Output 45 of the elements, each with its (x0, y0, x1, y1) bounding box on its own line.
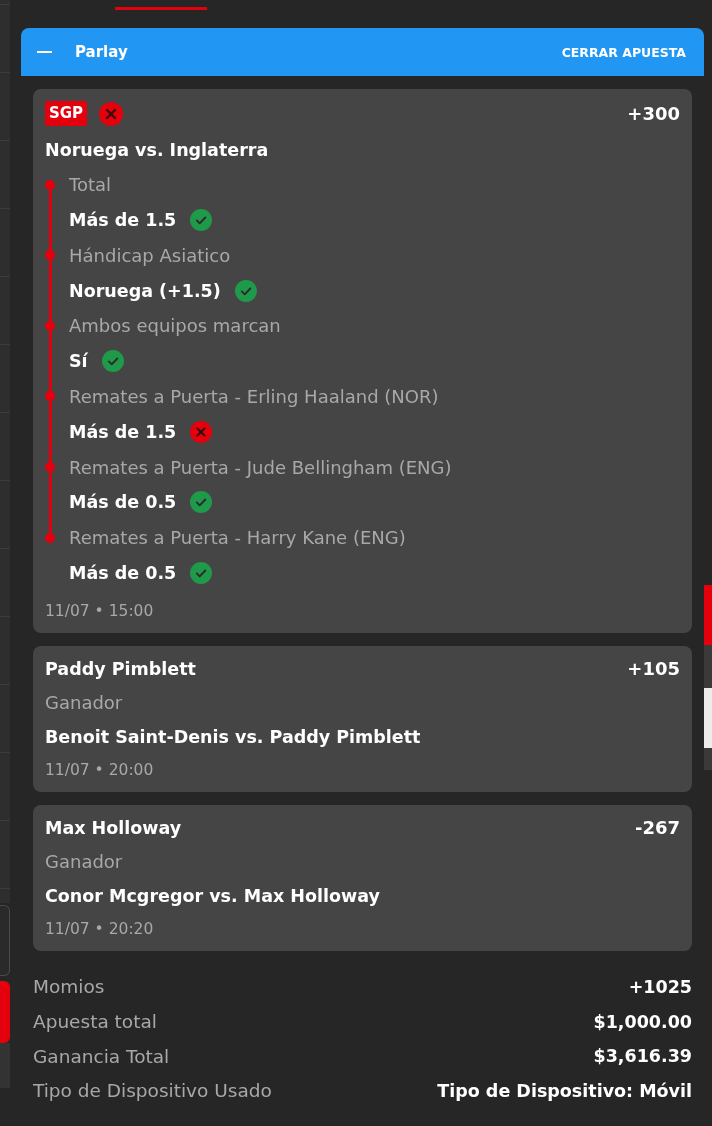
slip-title: Parlay (75, 43, 128, 61)
summary-label: Momios (33, 976, 105, 998)
summary-value: +1025 (628, 976, 692, 997)
event-date: 11/07 • 15:00 (45, 600, 154, 621)
event-date: 11/07 • 20:20 (45, 918, 154, 940)
market-label: Hándicap Asiatico (69, 244, 231, 266)
market-label: Ganador (45, 690, 123, 715)
summary-label: Apuesta total (33, 1011, 157, 1033)
summary-label: Ganancia Total (33, 1045, 170, 1067)
odds-value: +300 (627, 103, 680, 124)
timeline-dot (45, 391, 55, 402)
event-title: Conor Mcgregor vs. Max Holloway (45, 884, 380, 908)
selection-label: Noruega (+1.5) (69, 280, 221, 301)
side-tab-edge (704, 585, 712, 645)
market-label: Remates a Puerta - Erling Haaland (NOR) (69, 385, 439, 407)
timeline-dot (45, 179, 55, 190)
market-label: Remates a Puerta - Jude Bellingham (ENG) (69, 456, 452, 478)
timeline-dot (45, 320, 55, 331)
event-date: 11/07 • 20:00 (45, 759, 154, 781)
event-title: Benoit Saint-Denis vs. Paddy Pimblett (45, 725, 421, 749)
market-label: Ambos equipos marcan (69, 315, 281, 337)
selection-label: Más de 0.5 (69, 562, 177, 583)
selection-label: Más de 0.5 (69, 492, 177, 513)
side-panel-edge (0, 1043, 10, 1088)
odds-value: +105 (627, 658, 680, 680)
market-label: Total (69, 174, 112, 196)
selection-label: Paddy Pimblett (45, 658, 196, 679)
close-bet-button[interactable]: CERRAR APUESTA (561, 44, 686, 60)
selection-label: Max Holloway (45, 817, 182, 838)
side-tab-edge (0, 981, 10, 1043)
sgp-badge: SGP (45, 101, 88, 126)
market-label: Ganador (45, 849, 123, 874)
summary-value: $3,616.39 (593, 1046, 692, 1067)
selection-label: Más de 1.5 (69, 209, 177, 230)
summary-value: $1,000.00 (593, 1011, 692, 1032)
selection-label: Más de 1.5 (69, 421, 177, 442)
timeline-dot (45, 532, 55, 543)
summary-label: Tipo de Dispositivo Usado (33, 1080, 272, 1102)
market-label: Remates a Puerta - Harry Kane (ENG) (69, 527, 406, 549)
odds-value: -267 (634, 817, 680, 839)
timeline-dot (45, 462, 55, 472)
summary-value: Tipo de Dispositivo: Móvil (437, 1080, 692, 1101)
event-title: Noruega vs. Inglaterra (45, 139, 269, 162)
timeline-dot (45, 250, 55, 261)
selection-label: Sí (69, 351, 88, 372)
